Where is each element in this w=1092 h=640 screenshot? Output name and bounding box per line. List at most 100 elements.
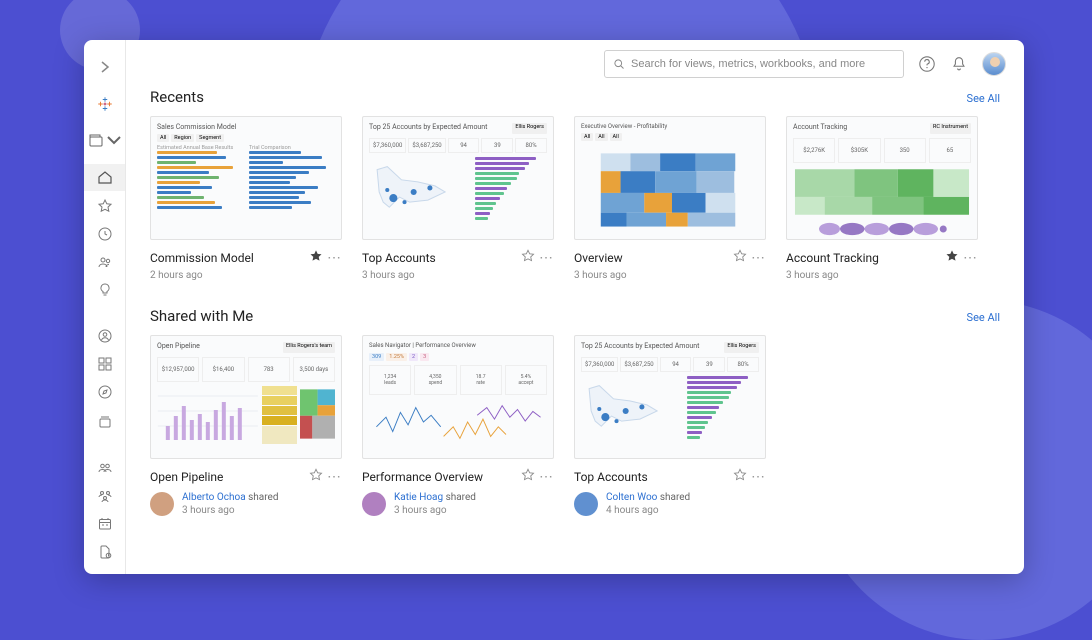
star-outline-icon bbox=[309, 468, 323, 482]
star-icon bbox=[97, 198, 113, 214]
shared-header: Shared with Me See All bbox=[150, 307, 1000, 325]
thumbnail: Top 25 Accounts by Expected AmountEllis … bbox=[574, 335, 766, 459]
favorite-button[interactable] bbox=[733, 467, 747, 486]
search-field[interactable] bbox=[604, 50, 904, 78]
search-icon bbox=[613, 58, 625, 70]
card-timestamp: 2 hours ago bbox=[150, 270, 342, 281]
thumbnail: Open PipelineEllis Rogers's team $12,957… bbox=[150, 335, 342, 459]
card-more-button[interactable]: ⋯ bbox=[751, 470, 766, 484]
card-title: Open Pipeline bbox=[150, 470, 223, 484]
shared-timestamp: 3 hours ago bbox=[394, 505, 476, 516]
recents-header: Recents See All bbox=[150, 88, 1000, 106]
lightbulb-icon bbox=[97, 282, 113, 298]
task-icon bbox=[97, 544, 113, 560]
app-window: Recents See All Sales Commission Model A… bbox=[84, 40, 1024, 574]
sidebar-item-jobs[interactable] bbox=[84, 539, 125, 565]
sidebar-item-explore[interactable] bbox=[84, 351, 125, 377]
help-button[interactable] bbox=[918, 55, 936, 73]
thumbnail: Executive Overview - Profitability AllAl… bbox=[574, 116, 766, 240]
tableau-logo-icon[interactable] bbox=[84, 91, 125, 117]
favorite-button[interactable] bbox=[309, 467, 323, 486]
sidebar-item-schedules[interactable] bbox=[84, 511, 125, 537]
bell-icon bbox=[950, 55, 968, 73]
recent-card[interactable]: Top 25 Accounts by Expected AmountEllis … bbox=[362, 116, 554, 281]
recents-title: Recents bbox=[150, 88, 204, 106]
sidebar-item-shared[interactable] bbox=[84, 249, 125, 275]
card-timestamp: 3 hours ago bbox=[786, 270, 978, 281]
search-input[interactable] bbox=[631, 58, 895, 70]
shared-timestamp: 4 hours ago bbox=[606, 505, 690, 516]
card-title: Overview bbox=[574, 251, 623, 265]
users-icon bbox=[97, 460, 113, 476]
sidebar-item-groups[interactable] bbox=[84, 483, 125, 509]
card-more-button[interactable]: ⋯ bbox=[327, 470, 342, 484]
recent-card[interactable]: Account TrackingRC Instrument $2,276K$30… bbox=[786, 116, 978, 281]
shared-by-avatar bbox=[150, 492, 174, 516]
clock-icon bbox=[97, 226, 113, 242]
people-icon bbox=[97, 254, 113, 270]
shared-timestamp: 3 hours ago bbox=[182, 505, 278, 516]
favorite-button[interactable] bbox=[521, 248, 535, 267]
shared-by-name[interactable]: Alberto Ochoa bbox=[182, 492, 246, 503]
chevron-right-icon bbox=[97, 59, 113, 75]
user-avatar[interactable] bbox=[982, 52, 1006, 76]
sidebar-item-users[interactable] bbox=[84, 455, 125, 481]
grid-icon bbox=[97, 356, 113, 372]
recents-see-all-link[interactable]: See All bbox=[967, 92, 1000, 105]
shared-grid: Open PipelineEllis Rogers's team $12,957… bbox=[150, 335, 1000, 516]
star-outline-icon bbox=[733, 249, 747, 263]
shared-card[interactable]: Open PipelineEllis Rogers's team $12,957… bbox=[150, 335, 342, 516]
sidebar-item-favorites[interactable] bbox=[84, 193, 125, 219]
shared-by-name[interactable]: Katie Hoag bbox=[394, 492, 443, 503]
favorite-button[interactable] bbox=[309, 248, 323, 267]
card-more-button[interactable]: ⋯ bbox=[963, 251, 978, 265]
shared-by-name[interactable]: Colten Woo bbox=[606, 492, 657, 503]
topbar bbox=[126, 40, 1024, 84]
sidebar-item-personal[interactable] bbox=[84, 323, 125, 349]
shared-by-avatar bbox=[362, 492, 386, 516]
sidebar-item-external[interactable] bbox=[84, 379, 125, 405]
card-timestamp: 3 hours ago bbox=[362, 270, 554, 281]
sidebar bbox=[84, 40, 126, 574]
card-more-button[interactable]: ⋯ bbox=[751, 251, 766, 265]
thumbnail: Sales Commission Model AllRegionSegment … bbox=[150, 116, 342, 240]
shared-card[interactable]: Sales Navigator | Performance Overview 3… bbox=[362, 335, 554, 516]
shared-card[interactable]: Top 25 Accounts by Expected AmountEllis … bbox=[574, 335, 766, 516]
sidebar-item-recents[interactable] bbox=[84, 221, 125, 247]
favorite-button[interactable] bbox=[733, 248, 747, 267]
favorite-button[interactable] bbox=[521, 467, 535, 486]
star-outline-icon bbox=[733, 468, 747, 482]
card-timestamp: 3 hours ago bbox=[574, 270, 766, 281]
card-title: Top Accounts bbox=[362, 251, 436, 265]
collapse-sidebar-button[interactable] bbox=[84, 54, 125, 80]
card-more-button[interactable]: ⋯ bbox=[539, 470, 554, 484]
thumbnail: Top 25 Accounts by Expected AmountEllis … bbox=[362, 116, 554, 240]
card-title: Performance Overview bbox=[362, 470, 483, 484]
person-icon bbox=[97, 328, 113, 344]
main-area: Recents See All Sales Commission Model A… bbox=[126, 40, 1024, 574]
compass-icon bbox=[97, 384, 113, 400]
notifications-button[interactable] bbox=[950, 55, 968, 73]
favorite-button[interactable] bbox=[945, 248, 959, 267]
sidebar-item-collections[interactable] bbox=[84, 409, 125, 435]
star-filled-icon bbox=[945, 249, 959, 263]
shared-title: Shared with Me bbox=[150, 307, 253, 325]
workbook-icon bbox=[88, 133, 104, 149]
recent-card[interactable]: Sales Commission Model AllRegionSegment … bbox=[150, 116, 342, 281]
thumbnail: Account TrackingRC Instrument $2,276K$30… bbox=[786, 116, 978, 240]
star-filled-icon bbox=[309, 249, 323, 263]
card-more-button[interactable]: ⋯ bbox=[539, 251, 554, 265]
help-icon bbox=[918, 55, 936, 73]
sidebar-item-home[interactable] bbox=[84, 164, 125, 190]
schedule-icon bbox=[97, 516, 113, 532]
card-title: Commission Model bbox=[150, 251, 254, 265]
card-title: Account Tracking bbox=[786, 251, 879, 265]
card-more-button[interactable]: ⋯ bbox=[327, 251, 342, 265]
groups-icon bbox=[97, 488, 113, 504]
new-workbook-dropdown[interactable] bbox=[84, 128, 125, 154]
recent-card[interactable]: Executive Overview - Profitability AllAl… bbox=[574, 116, 766, 281]
caret-down-icon bbox=[106, 133, 122, 149]
sidebar-item-recommendations[interactable] bbox=[84, 277, 125, 303]
shared-see-all-link[interactable]: See All bbox=[967, 311, 1000, 324]
home-icon bbox=[97, 169, 113, 185]
